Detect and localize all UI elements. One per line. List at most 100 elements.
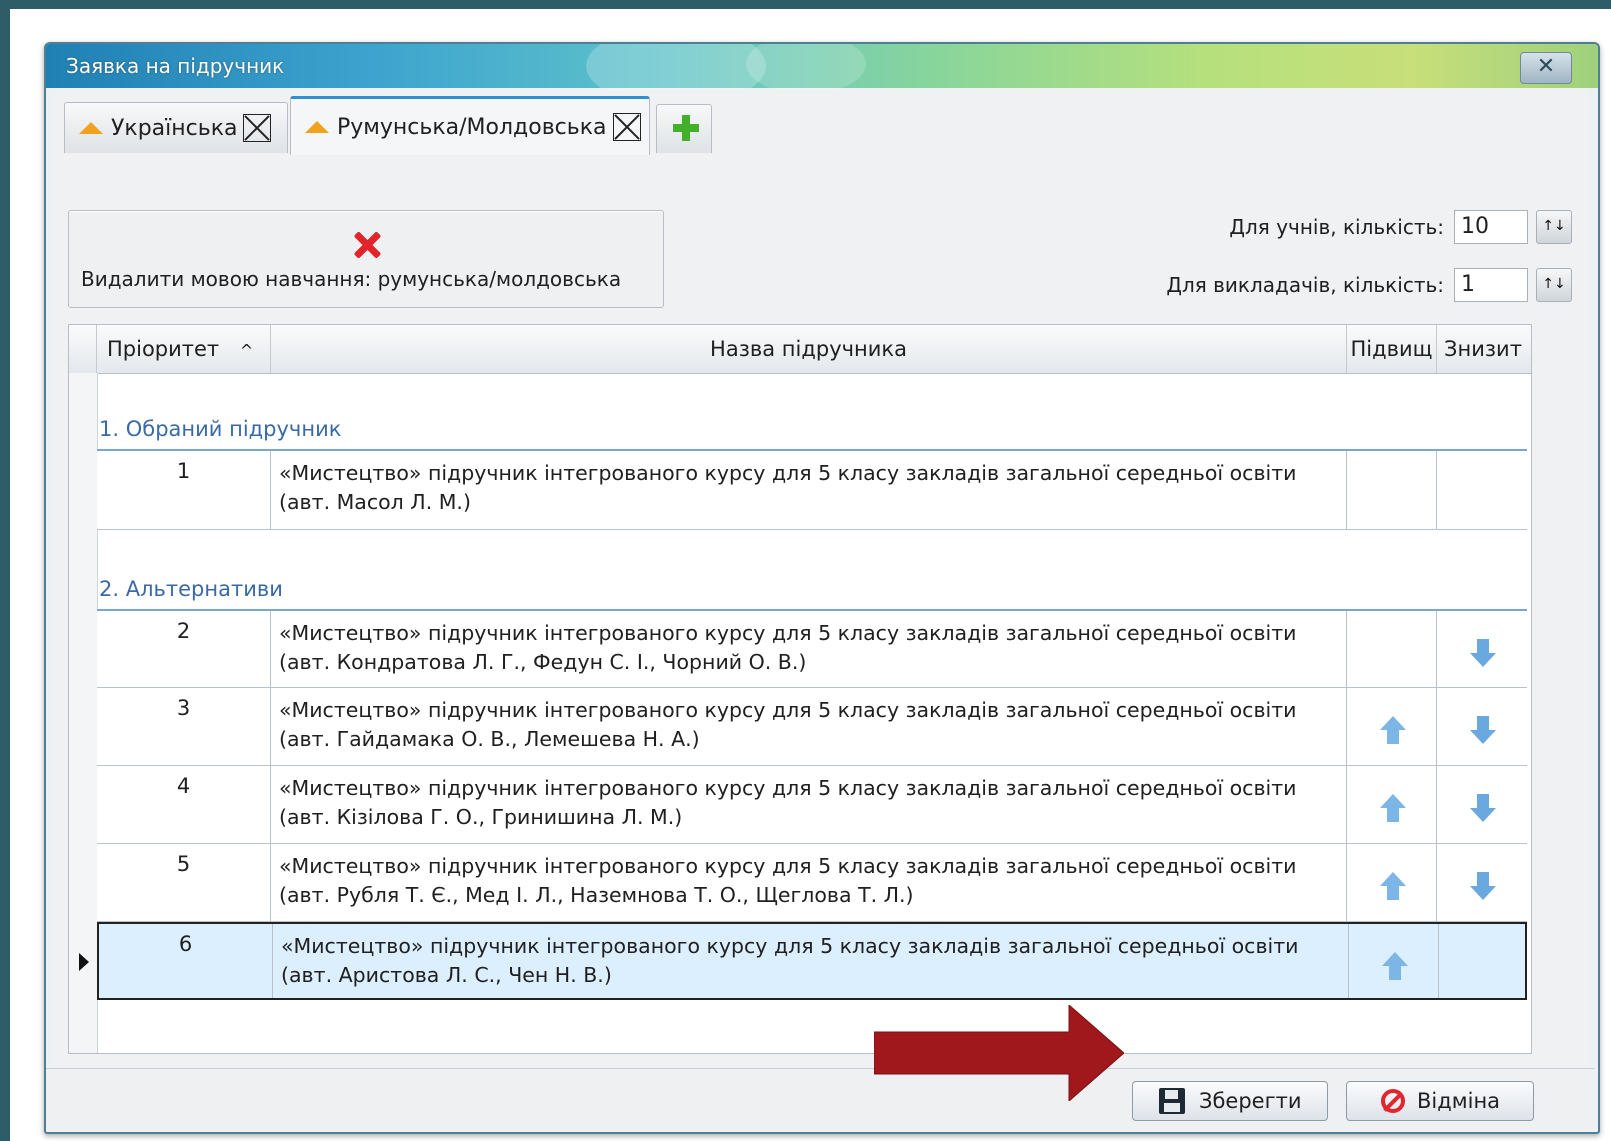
save-button-label: Зберегти (1199, 1089, 1302, 1113)
move-up-icon[interactable] (1380, 872, 1406, 902)
column-header-lower[interactable]: Знизит (1437, 325, 1529, 373)
group-label-selected: 1. Обраний підручник (99, 417, 342, 441)
priority-cell: 4 (97, 766, 271, 843)
students-count-spinner[interactable]: ↑↓ (1536, 210, 1572, 244)
raise-cell (1347, 451, 1437, 529)
row-indicator-column (69, 373, 98, 1053)
table-row[interactable]: 2 «Мистецтво» підручник інтегрованого ку… (97, 611, 1527, 688)
lower-cell (1439, 924, 1531, 998)
title-authors: (авт. Кізілова Г. О., Гринишина Л. М.) (279, 805, 683, 829)
lower-cell (1437, 844, 1529, 921)
column-header-label: Назва підручника (710, 337, 907, 361)
cancel-button-label: Відміна (1417, 1089, 1501, 1113)
add-language-tab-button[interactable] (656, 104, 712, 153)
raise-cell (1347, 688, 1437, 765)
title-line: «Мистецтво» підручник інтегрованого курс… (279, 621, 1297, 645)
group-label-alternatives: 2. Альтернативи (99, 577, 283, 601)
move-up-icon[interactable] (1382, 952, 1408, 982)
priority-cell: 6 (99, 924, 273, 998)
home-icon (305, 121, 329, 133)
column-header-label: Знизит (1444, 337, 1522, 361)
column-header-title[interactable]: Назва підручника (271, 325, 1347, 373)
textbook-grid: Пріоритет ^ Назва підручника Підвищ Зниз… (68, 324, 1532, 1054)
title-cell: «Мистецтво» підручник інтегрованого курс… (271, 451, 1347, 529)
title-cell: «Мистецтво» підручник інтегрованого курс… (271, 688, 1347, 765)
move-down-icon[interactable] (1470, 639, 1496, 669)
save-disk-icon (1159, 1088, 1185, 1114)
move-down-icon[interactable] (1470, 794, 1496, 824)
tab-ukrainian[interactable]: Українська (64, 102, 288, 153)
delete-language-button[interactable]: Видалити мовою навчання: румунська/молдо… (68, 210, 664, 308)
title-line: «Мистецтво» підручник інтегрованого курс… (279, 854, 1297, 878)
teachers-count-label: Для викладачів, кількість: (1166, 273, 1444, 297)
priority-cell: 5 (97, 844, 271, 921)
title-authors: (авт. Масол Л. М.) (279, 490, 471, 514)
table-row[interactable]: 5 «Мистецтво» підручник інтегрованого ку… (97, 844, 1527, 922)
teachers-count-spinner[interactable]: ↑↓ (1536, 268, 1572, 302)
close-button[interactable]: ✕ (1520, 52, 1572, 84)
column-header-raise[interactable]: Підвищ (1347, 325, 1437, 373)
title-bar[interactable]: Заявка на підручник ✕ (46, 44, 1598, 106)
grid-header: Пріоритет ^ Назва підручника Підвищ Зниз… (69, 325, 1531, 374)
teachers-count-row: Для викладачів, кількість: 1 ↑↓ (1166, 266, 1572, 304)
table-row-selected[interactable]: 6 «Мистецтво» підручник інтегрованого ку… (97, 922, 1527, 1000)
column-header-label: Підвищ (1350, 337, 1433, 361)
cancel-icon (1381, 1089, 1405, 1113)
students-count-label: Для учнів, кількість: (1229, 215, 1444, 239)
title-authors: (авт. Аристова Л. С., Чен Н. В.) (281, 963, 612, 987)
cancel-button[interactable]: Відміна (1346, 1081, 1534, 1121)
raise-cell (1347, 766, 1437, 843)
move-down-icon[interactable] (1470, 872, 1496, 902)
delete-icon (353, 231, 381, 259)
title-cell: «Мистецтво» підручник інтегрованого курс… (271, 766, 1347, 843)
dialog-footer: Зберегти Відміна (46, 1068, 1594, 1131)
close-tab-icon[interactable] (243, 114, 272, 142)
background-strip-top (0, 0, 1611, 9)
background-strip-left (0, 0, 10, 1141)
tab-romanian-moldovan[interactable]: Румунська/Молдовська (290, 96, 650, 155)
move-up-icon[interactable] (1380, 716, 1406, 746)
save-button[interactable]: Зберегти (1132, 1081, 1328, 1121)
raise-cell (1349, 924, 1439, 998)
lower-cell (1437, 451, 1529, 529)
students-count-row: Для учнів, кількість: 10 ↑↓ (1229, 208, 1572, 246)
priority-cell: 2 (97, 611, 271, 687)
annotation-arrow-icon (874, 1005, 1124, 1101)
title-decoration (746, 44, 866, 94)
lower-cell (1437, 766, 1529, 843)
title-line: «Мистецтво» підручник інтегрованого курс… (279, 776, 1297, 800)
language-tabs: Українська Румунська/Молдовська (64, 96, 1564, 156)
lower-cell (1437, 688, 1529, 765)
title-cell: «Мистецтво» підручник інтегрованого курс… (271, 844, 1347, 921)
table-row[interactable]: 4 «Мистецтво» підручник інтегрованого ку… (97, 766, 1527, 844)
dialog-client-area: Українська Румунська/Молдовська Видалити… (54, 90, 1588, 1080)
title-authors: (авт. Гайдамака О. В., Лемешева Н. А.) (279, 727, 700, 751)
plus-icon (673, 115, 699, 141)
dialog-window: Заявка на підручник ✕ Українська Румунсь… (44, 42, 1600, 1134)
column-header-label: Пріоритет (107, 337, 220, 361)
window-title: Заявка на підручник (66, 54, 285, 78)
title-cell: «Мистецтво» підручник інтегрованого курс… (271, 611, 1347, 687)
move-up-icon[interactable] (1380, 794, 1406, 824)
raise-cell (1347, 611, 1437, 687)
current-row-indicator-icon (79, 953, 89, 971)
teachers-count-input[interactable]: 1 (1454, 268, 1528, 302)
move-down-icon[interactable] (1470, 716, 1496, 746)
row-header-corner (69, 325, 97, 373)
tab-label: Румунська/Молдовська (337, 114, 607, 140)
title-line: «Мистецтво» підручник інтегрованого курс… (281, 934, 1299, 958)
raise-cell (1347, 844, 1437, 921)
table-row[interactable]: 1 «Мистецтво» підручник інтегрованого ку… (97, 451, 1527, 530)
priority-cell: 3 (97, 688, 271, 765)
title-line: «Мистецтво» підручник інтегрованого курс… (279, 698, 1297, 722)
title-line: «Мистецтво» підручник інтегрованого курс… (279, 461, 1297, 485)
title-cell: «Мистецтво» підручник інтегрованого курс… (273, 924, 1349, 998)
home-icon (79, 122, 103, 134)
priority-cell: 1 (97, 451, 271, 529)
table-row[interactable]: 3 «Мистецтво» підручник інтегрованого ку… (97, 688, 1527, 766)
column-header-priority[interactable]: Пріоритет ^ (97, 325, 271, 373)
lower-cell (1437, 611, 1529, 687)
students-count-input[interactable]: 10 (1454, 210, 1528, 244)
close-tab-icon[interactable] (612, 113, 641, 141)
delete-language-label: Видалити мовою навчання: румунська/молдо… (81, 267, 622, 291)
